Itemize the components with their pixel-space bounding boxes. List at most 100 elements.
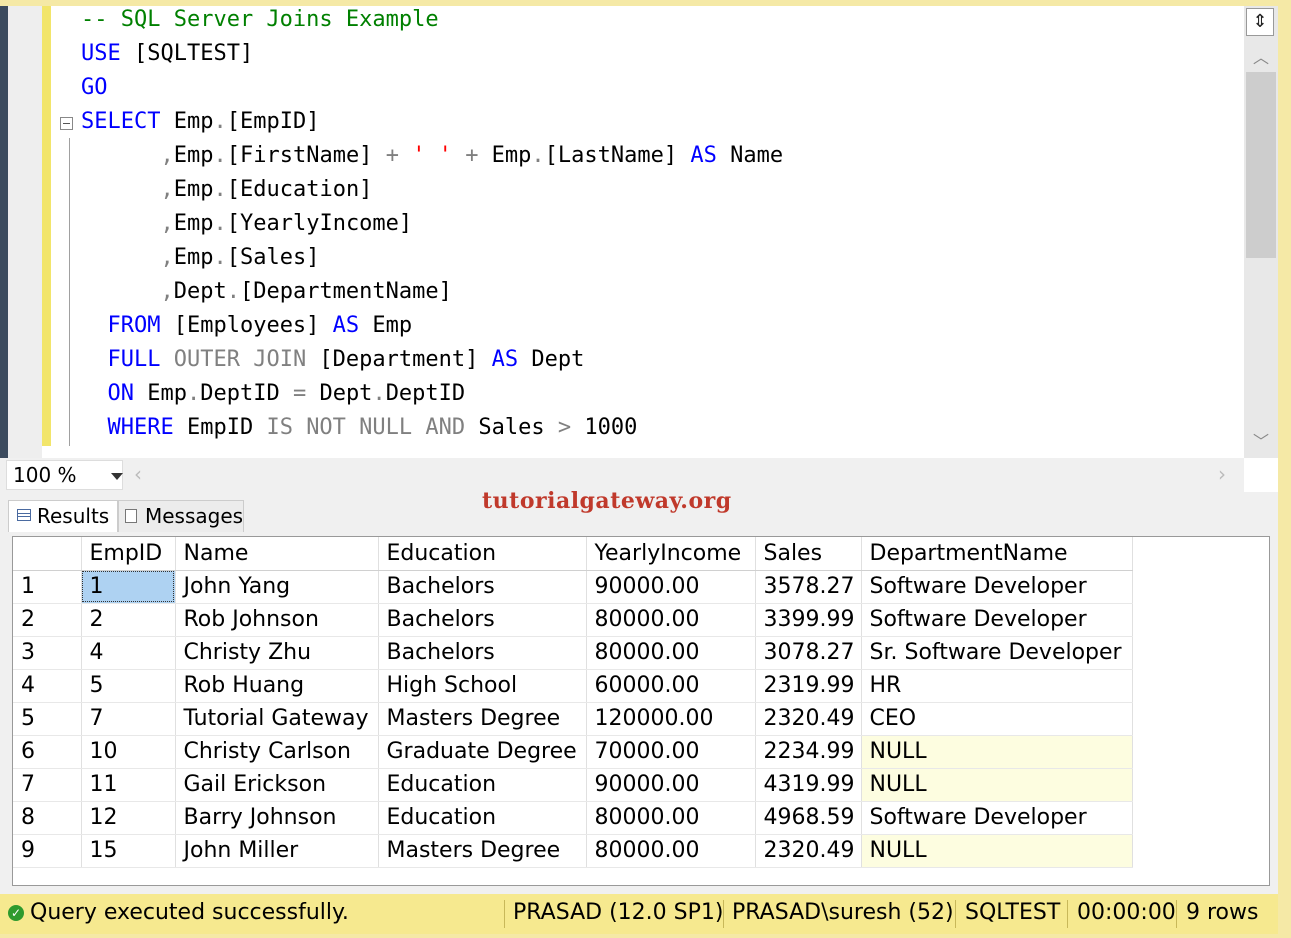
table-cell[interactable]: Christy Carlson — [175, 735, 379, 769]
table-cell[interactable]: 3078.27 — [755, 636, 862, 670]
table-row[interactable]: 6 10 Christy Carlson Graduate Degree 70000.0… — [13, 735, 1133, 769]
table-cell[interactable]: 80000.00 — [586, 603, 756, 637]
zoom-select[interactable]: 100 % — [6, 460, 123, 490]
table-cell[interactable]: 120000.00 — [586, 702, 756, 736]
table-cell[interactable]: 7 — [81, 702, 176, 736]
chevron-down-icon[interactable] — [111, 473, 123, 480]
code-line[interactable]: ,Emp.[Education] — [81, 173, 372, 207]
tab-messages[interactable]: Messages — [118, 500, 244, 532]
table-cell[interactable]: 90000.00 — [586, 768, 756, 802]
table-cell[interactable]: Gail Erickson — [175, 768, 379, 802]
table-cell[interactable]: 15 — [81, 834, 176, 868]
table-cell[interactable]: Rob Huang — [175, 669, 379, 703]
tab-results[interactable]: Results — [8, 500, 118, 532]
table-row[interactable]: 7 11 Gail Erickson Education 90000.00 4319.99… — [13, 768, 1133, 802]
scroll-left-icon[interactable]: ‹ — [134, 462, 142, 486]
table-row[interactable]: 4 5 Rob Huang High School 60000.00 2319.99 HR — [13, 669, 1133, 703]
table-row[interactable]: 8 12 Barry Johnson Education 80000.00 4968.59… — [13, 801, 1133, 835]
code-line[interactable]: ,Emp.[YearlyIncome] — [81, 207, 412, 241]
collapse-icon[interactable] — [60, 117, 73, 130]
table-cell[interactable]: 4968.59 — [755, 801, 862, 835]
code-line[interactable]: FULL OUTER JOIN [Department] AS Dept — [81, 343, 585, 377]
table-cell[interactable]: 2 — [81, 603, 176, 637]
column-header[interactable]: Name — [175, 537, 379, 571]
table-cell[interactable]: 2319.99 — [755, 669, 862, 703]
table-cell[interactable]: 1 — [81, 570, 176, 604]
table-cell[interactable]: 2320.49 — [755, 702, 862, 736]
table-cell[interactable]: 2320.49 — [755, 834, 862, 868]
code-line[interactable]: GO — [81, 71, 108, 105]
table-cell[interactable]: 12 — [81, 801, 176, 835]
table-row[interactable]: 9 15 John Miller Masters Degree 80000.00 2320… — [13, 834, 1133, 868]
table-cell[interactable]: NULL — [861, 834, 1133, 868]
table-cell[interactable]: 90000.00 — [586, 570, 756, 604]
table-cell[interactable]: CEO — [861, 702, 1133, 736]
table-cell[interactable]: NULL — [861, 735, 1133, 769]
scroll-thumb[interactable] — [1246, 72, 1276, 258]
table-cell[interactable]: Bachelors — [378, 603, 587, 637]
table-row[interactable]: 2 2 Rob Johnson Bachelors 80000.00 3399.99 Sof… — [13, 603, 1133, 637]
code-line[interactable]: FROM [Employees] AS Emp — [81, 309, 413, 343]
table-cell[interactable]: Barry Johnson — [175, 801, 379, 835]
table-cell[interactable]: Education — [378, 801, 587, 835]
table-cell[interactable]: Tutorial Gateway — [175, 702, 379, 736]
table-cell[interactable]: Software Developer — [861, 570, 1133, 604]
row-number[interactable]: 7 — [13, 768, 82, 802]
table-cell[interactable]: Software Developer — [861, 603, 1133, 637]
table-cell[interactable]: John Miller — [175, 834, 379, 868]
table-cell[interactable]: 3399.99 — [755, 603, 862, 637]
table-cell[interactable]: 80000.00 — [586, 636, 756, 670]
table-cell[interactable]: Rob Johnson — [175, 603, 379, 637]
code-line[interactable]: ON Emp.DeptID = Dept.DeptID — [81, 377, 466, 411]
table-cell[interactable]: Software Developer — [861, 801, 1133, 835]
row-number[interactable]: 1 — [13, 570, 82, 604]
table-cell[interactable]: Bachelors — [378, 636, 587, 670]
code-line[interactable]: ,Emp.[Sales] — [81, 241, 319, 275]
code-line[interactable]: ,Dept.[DepartmentName] — [81, 275, 451, 309]
table-cell[interactable]: John Yang — [175, 570, 379, 604]
scroll-right-icon[interactable]: › — [1218, 462, 1226, 486]
column-header[interactable]: Sales — [755, 537, 862, 571]
table-cell[interactable]: 4319.99 — [755, 768, 862, 802]
row-number[interactable]: 2 — [13, 603, 82, 637]
table-cell[interactable]: 5 — [81, 669, 176, 703]
table-cell[interactable]: 60000.00 — [586, 669, 756, 703]
table-cell[interactable]: 10 — [81, 735, 176, 769]
scroll-up-icon[interactable]: ︿ — [1244, 46, 1278, 70]
row-number[interactable]: 5 — [13, 702, 82, 736]
code-line[interactable]: WHERE EmpID IS NOT NULL AND Sales > 1000 — [81, 411, 638, 445]
row-number[interactable]: 4 — [13, 669, 82, 703]
table-cell[interactable]: 2234.99 — [755, 735, 862, 769]
table-cell[interactable]: Graduate Degree — [378, 735, 587, 769]
results-table[interactable]: EmpID Name Education YearlyIncome Sales Depar… — [13, 537, 1133, 868]
editor-vertical-scrollbar[interactable]: ⇕ ︿ ﹀ — [1244, 6, 1278, 458]
code-line[interactable]: ,Emp.[FirstName] + ' ' + Emp.[LastName] … — [81, 139, 783, 173]
table-row[interactable]: 5 7 Tutorial Gateway Masters Degree 120000.0… — [13, 702, 1133, 736]
row-number[interactable]: 6 — [13, 735, 82, 769]
table-cell[interactable]: Masters Degree — [378, 834, 587, 868]
column-header[interactable]: YearlyIncome — [586, 537, 756, 571]
table-cell[interactable]: NULL — [861, 768, 1133, 802]
table-cell[interactable]: HR — [861, 669, 1133, 703]
table-row[interactable]: 1 1 John Yang Bachelors 90000.00 3578.27 Softw… — [13, 570, 1133, 604]
code-line[interactable]: -- SQL Server Joins Example — [81, 6, 439, 37]
results-grid[interactable]: EmpID Name Education YearlyIncome Sales Depar… — [12, 536, 1270, 886]
column-header[interactable]: Education — [378, 537, 587, 571]
scroll-down-icon[interactable]: ﹀ — [1244, 430, 1278, 454]
table-cell[interactable]: Bachelors — [378, 570, 587, 604]
split-icon[interactable]: ⇕ — [1246, 8, 1274, 36]
table-cell[interactable]: Christy Zhu — [175, 636, 379, 670]
column-header[interactable]: DepartmentName — [861, 537, 1133, 571]
table-cell[interactable]: High School — [378, 669, 587, 703]
table-cell[interactable]: 3578.27 — [755, 570, 862, 604]
table-cell[interactable]: Education — [378, 768, 587, 802]
table-row[interactable]: 3 4 Christy Zhu Bachelors 80000.00 3078.27 Sr.… — [13, 636, 1133, 670]
column-header[interactable] — [13, 537, 82, 571]
row-number[interactable]: 3 — [13, 636, 82, 670]
table-cell[interactable]: 70000.00 — [586, 735, 756, 769]
row-number[interactable]: 9 — [13, 834, 82, 868]
code-line[interactable]: USE [SQLTEST] — [81, 37, 253, 71]
table-cell[interactable]: Sr. Software Developer — [861, 636, 1133, 670]
table-cell[interactable]: Masters Degree — [378, 702, 587, 736]
table-cell[interactable]: 80000.00 — [586, 801, 756, 835]
